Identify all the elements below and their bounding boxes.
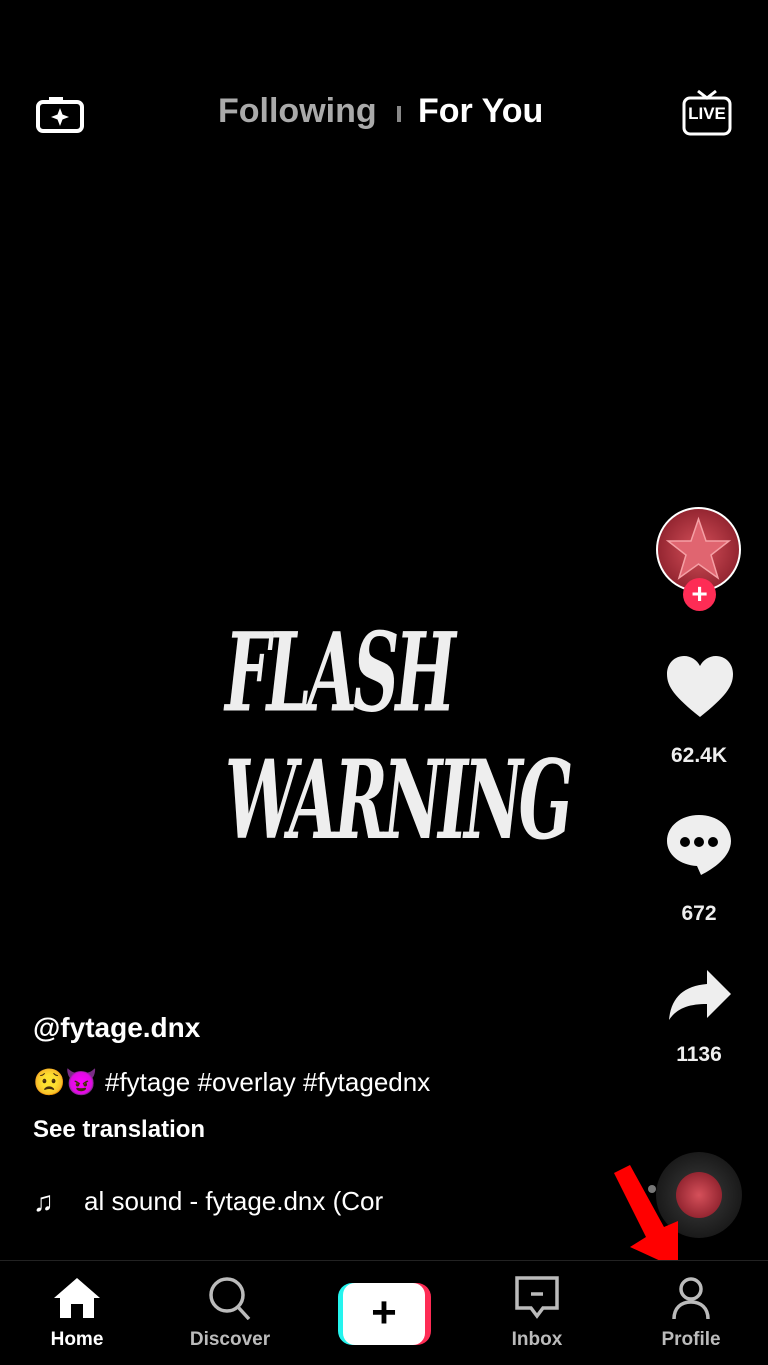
create-button[interactable]: + (338, 1283, 431, 1345)
like-count: 62.4K (670, 744, 728, 767)
nav-discover[interactable]: Discover (175, 1276, 285, 1351)
home-icon (54, 1278, 100, 1318)
share-icon[interactable] (667, 968, 733, 1022)
follow-button[interactable]: + (683, 578, 716, 611)
heart-icon[interactable] (665, 655, 735, 719)
caption-text: 😟😈 #fytage #overlay #fytagednx (33, 1067, 430, 1098)
red-arrow-annotation (614, 1165, 678, 1269)
nav-profile[interactable]: Profile (636, 1276, 746, 1351)
comment-count: 672 (681, 902, 717, 925)
search-icon (209, 1277, 251, 1321)
comment-icon[interactable] (665, 813, 733, 877)
inbox-icon (515, 1276, 559, 1319)
live-button[interactable]: LIVE (682, 88, 732, 138)
tab-divider (397, 106, 401, 122)
tab-for-you[interactable]: For You (418, 92, 543, 131)
top-nav: Following For You LIVE (0, 88, 768, 140)
share-count: 1136 (676, 1043, 722, 1066)
tab-following[interactable]: Following (218, 92, 377, 131)
plus-icon: + (691, 578, 708, 609)
sound-name[interactable]: al sound - fytage.dnx (Cor (84, 1186, 383, 1217)
music-note-icon: ♫ (33, 1186, 54, 1217)
caption-emojis: 😟😈 (33, 1067, 98, 1097)
caption-hashtags[interactable]: #fytage #overlay #fytagednx (105, 1067, 430, 1097)
camera-sparkle-icon[interactable] (35, 96, 85, 134)
username[interactable]: @fytage.dnx (33, 1012, 200, 1044)
profile-icon (672, 1277, 710, 1320)
bottom-nav: Home Discover + Inbox Profile (0, 1260, 768, 1365)
nav-home[interactable]: Home (22, 1276, 132, 1351)
nav-inbox[interactable]: Inbox (482, 1276, 592, 1351)
see-translation-link[interactable]: See translation (33, 1116, 205, 1144)
plus-icon: + (343, 1283, 425, 1345)
